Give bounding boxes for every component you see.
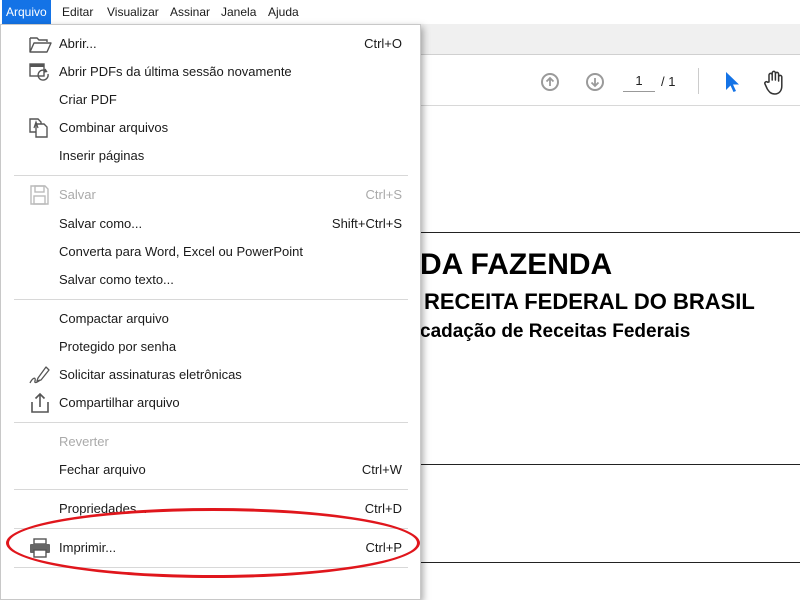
menu-item-label: Solicitar assinaturas eletrônicas (59, 367, 242, 382)
menu-item-label: Salvar como... (59, 216, 143, 231)
menu-item-criar-pdf[interactable]: Criar PDF (1, 86, 420, 114)
combine-files-icon (29, 118, 48, 138)
menu-item-combinar[interactable]: Combinar arquivos (1, 114, 420, 142)
menu-item-label: Protegido por senha (59, 339, 177, 354)
menu-item-label: Converta para Word, Excel ou PowerPoint (59, 244, 303, 259)
reopen-session-icon (29, 63, 49, 81)
next-page-icon[interactable] (586, 73, 604, 91)
menu-item-reverter: Reverter (1, 428, 420, 456)
menu-item-assinaturas[interactable]: Solicitar assinaturas eletrônicas (1, 361, 420, 389)
menu-item-label: Abrir... (59, 36, 97, 51)
menu-separator (14, 299, 408, 300)
menu-item-shortcut: Shift+Ctrl+S (331, 216, 402, 231)
menu-item-fechar[interactable]: Fechar arquivo Ctrl+W (1, 456, 420, 484)
menu-editar[interactable]: Editar (58, 0, 97, 24)
document-subheading: RECEITA FEDERAL DO BRASIL (424, 289, 755, 314)
menu-item-label: Salvar como texto... (59, 272, 174, 287)
menu-item-label: Reverter (59, 434, 109, 449)
menu-item-label: Inserir páginas (59, 148, 145, 163)
document-rule (420, 232, 800, 233)
select-cursor-icon[interactable] (722, 70, 740, 94)
toolbar-divider (698, 68, 699, 94)
menu-item-converter[interactable]: Converta para Word, Excel ou PowerPoint (1, 238, 420, 266)
menu-item-protegido[interactable]: Protegido por senha (1, 333, 420, 361)
document-rule (420, 562, 800, 563)
menu-janela[interactable]: Janela (217, 0, 260, 24)
menu-item-salvar-texto[interactable]: Salvar como texto... (1, 266, 420, 294)
menu-visualizar[interactable]: Visualizar (103, 0, 163, 24)
menu-ajuda[interactable]: Ajuda (264, 0, 303, 24)
page-number-input[interactable]: 1 (623, 73, 655, 92)
folder-open-icon (29, 37, 52, 53)
menu-arquivo[interactable]: Arquivo (2, 0, 51, 24)
menu-item-shortcut: Ctrl+S (365, 187, 402, 202)
menu-item-compartilhar[interactable]: Compartilhar arquivo (1, 389, 420, 417)
menu-item-label: Combinar arquivos (59, 120, 169, 135)
signature-pen-icon (29, 366, 50, 384)
share-icon (31, 392, 49, 413)
document-heading: DA FAZENDA (420, 248, 613, 281)
menu-separator (14, 422, 408, 423)
highlight-ellipse (6, 508, 420, 578)
menu-item-inserir-paginas[interactable]: Inserir páginas (1, 142, 420, 170)
menu-item-salvar: Salvar Ctrl+S (1, 181, 420, 209)
menu-item-compactar[interactable]: Compactar arquivo (1, 305, 420, 333)
menu-item-shortcut: Ctrl+W (361, 462, 402, 477)
menu-separator (14, 175, 408, 176)
menu-item-abrir[interactable]: Abrir... Ctrl+O (1, 30, 420, 58)
menu-item-label: Fechar arquivo (59, 462, 146, 477)
menu-separator (14, 489, 408, 490)
menu-item-label: Criar PDF (59, 92, 117, 107)
save-icon (30, 185, 49, 205)
menu-item-label: Compartilhar arquivo (59, 395, 180, 410)
menu-assinar[interactable]: Assinar (166, 0, 214, 24)
hand-tool-icon[interactable] (762, 68, 788, 96)
menu-item-shortcut: Ctrl+D (364, 501, 402, 516)
menu-item-label: Salvar (59, 187, 96, 202)
menu-item-shortcut: Ctrl+O (364, 36, 402, 51)
menu-item-salvar-como[interactable]: Salvar como... Shift+Ctrl+S (1, 210, 420, 238)
menu-bar: Arquivo Editar Visualizar Assinar Janela… (0, 0, 800, 25)
menu-item-label: Compactar arquivo (59, 311, 169, 326)
page-total: / 1 (661, 74, 676, 89)
menu-item-label: Abrir PDFs da última sessão novamente (59, 64, 292, 79)
prev-page-icon[interactable] (541, 73, 559, 91)
menu-item-reabrir-sessao[interactable]: Abrir PDFs da última sessão novamente (1, 58, 420, 86)
document-rule (420, 464, 800, 465)
document-subheading-2: cadação de Receitas Federais (420, 321, 691, 342)
